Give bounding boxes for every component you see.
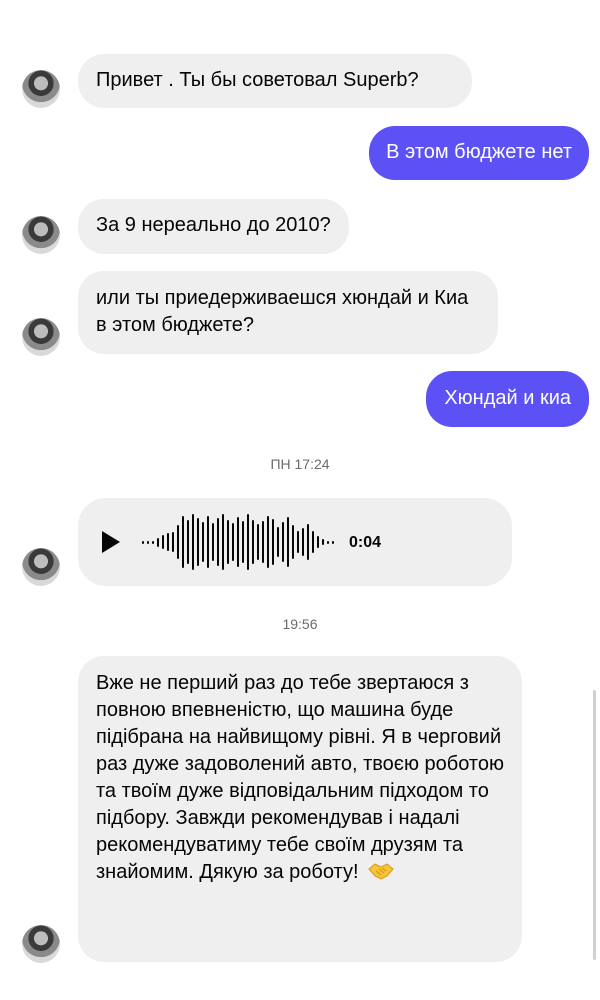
timestamp: ПН 17:24 [270,456,330,472]
waveform-bar [157,537,159,547]
message-text: В этом бюджете нет [386,141,572,163]
waveform-bar [167,533,169,551]
avatar[interactable] [22,70,60,108]
waveform-bar [152,540,154,544]
waveform-bar [217,518,219,566]
waveform-bar [162,535,164,549]
message-text: Хюндай и киа [444,387,571,409]
incoming-message[interactable]: Привет . Ты бы советовал Superb? [78,54,472,108]
waveform-bar [272,519,274,565]
waveform-bar [252,520,254,564]
waveform-bar [262,521,264,563]
waveform-bar [142,540,144,544]
waveform-bar [182,516,184,568]
voice-duration: 0:04 [349,533,382,551]
waveform-bar [282,522,284,562]
waveform-bar [192,514,194,570]
incoming-message[interactable]: За 9 нереально до 2010? [78,199,349,254]
message-text: Вже не перший раз до тебе звертаюся з по… [96,672,504,883]
voice-message[interactable]: 0:04 [78,498,512,586]
scrollbar[interactable] [593,690,596,960]
play-icon[interactable] [102,531,120,553]
waveform-bar [172,532,174,552]
waveform[interactable] [142,512,337,572]
waveform-bar [237,517,239,567]
waveform-bar [302,528,304,556]
waveform-bar [232,523,234,561]
waveform-bar [177,525,179,559]
waveform-bar [242,521,244,563]
waveform-bar [277,527,279,557]
waveform-bar [327,540,329,544]
waveform-bar [287,517,289,567]
waveform-bar [332,540,334,544]
message-text: или ты приедерживаешся хюндай и Киа в эт… [96,287,469,336]
avatar[interactable] [22,548,60,586]
incoming-message[interactable]: или ты приедерживаешся хюндай и Киа в эт… [78,271,498,354]
waveform-bar [297,531,299,553]
handshake-icon [367,861,395,881]
avatar[interactable] [22,216,60,254]
timestamp: 19:56 [282,616,318,632]
waveform-bar [312,531,314,553]
waveform-bar [212,523,214,561]
waveform-bar [322,539,324,545]
waveform-bar [317,536,319,548]
waveform-bar [257,524,259,560]
outgoing-message[interactable]: Хюндай и киа [426,371,589,427]
waveform-bar [247,514,249,570]
waveform-bar [292,525,294,559]
waveform-bar [222,514,224,570]
waveform-bar [207,516,209,568]
waveform-bar [202,522,204,562]
avatar[interactable] [22,318,60,356]
waveform-bar [187,520,189,564]
avatar[interactable] [22,925,60,963]
waveform-bar [307,524,309,560]
incoming-message[interactable]: Вже не перший раз до тебе звертаюся з по… [78,656,522,962]
waveform-bar [147,540,149,544]
outgoing-message[interactable]: В этом бюджете нет [369,126,589,180]
waveform-bar [267,516,269,568]
message-text: За 9 нереально до 2010? [96,214,331,236]
waveform-bar [197,518,199,566]
message-text: Привет . Ты бы советовал Superb? [96,69,419,91]
waveform-bar [227,520,229,564]
